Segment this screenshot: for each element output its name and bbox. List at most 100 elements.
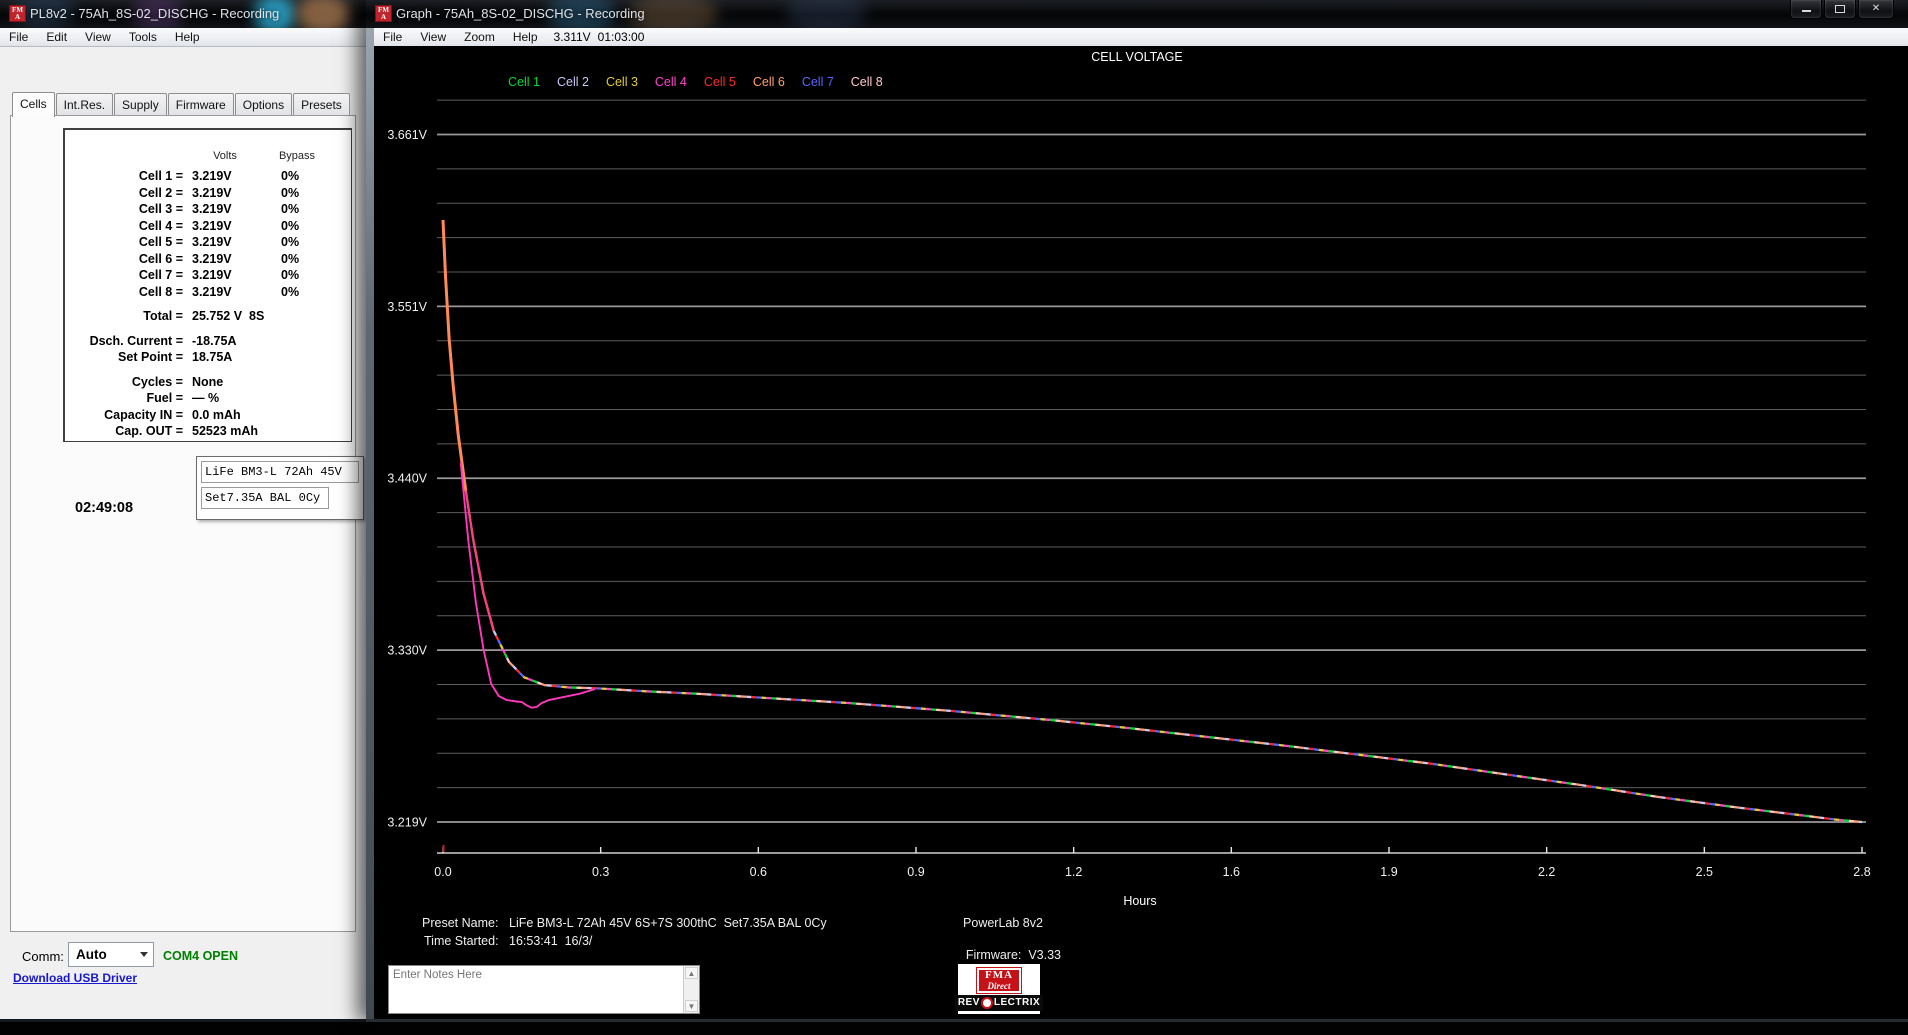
tab-options[interactable]: Options	[234, 93, 293, 115]
notes-input[interactable]	[389, 966, 684, 1013]
menu-item-file[interactable]: File	[0, 30, 37, 44]
menu-item-edit[interactable]: Edit	[37, 30, 76, 44]
cell-row-bypass: 0%	[281, 169, 300, 183]
window-frame	[366, 1019, 1908, 1022]
maximize-button[interactable]	[1824, 0, 1856, 19]
cell-row-label: Cell 6 =	[138, 251, 183, 266]
summary-row-value: -18.75A	[192, 333, 237, 348]
firmware-value: V3.33	[1028, 948, 1062, 962]
menu-item-zoom[interactable]: Zoom	[455, 30, 504, 44]
menu-item-view[interactable]: View	[411, 30, 455, 44]
revolectrix-badge: REV LECTRIX	[954, 994, 1044, 1011]
tab-intres[interactable]: Int.Res.	[55, 93, 114, 115]
close-icon: ✕	[1871, 3, 1881, 14]
summary-row-value: — %	[192, 391, 220, 405]
cell-row-label: Cell 5 =	[138, 235, 183, 249]
app-icon: FM A	[9, 5, 26, 22]
tab-cells[interactable]: Cells	[12, 92, 55, 117]
graph-window-title: Graph - 75Ah_8S-02_DISCHG - Recording	[396, 6, 645, 21]
tab-firmware[interactable]: Firmware	[167, 93, 234, 115]
charger-window-title: PL8v2 - 75Ah_8S-02_DISCHG - Recording	[30, 6, 280, 21]
volts-column-header: Volts	[213, 150, 237, 162]
cell-row-volts: 3.219V	[192, 251, 232, 266]
tab-supply[interactable]: Supply	[114, 93, 167, 115]
cell-row-volts: 3.219V	[192, 169, 232, 183]
time-started-label: Time Started:	[424, 934, 499, 948]
summary-row-label: Cap. OUT =	[115, 424, 183, 438]
x-axis-tick-label: 2.2	[1538, 865, 1555, 879]
cell-row-bypass: 0%	[281, 284, 300, 299]
menu-item-tools[interactable]: Tools	[120, 30, 166, 44]
x-axis-tick-label: 0.9	[907, 865, 924, 879]
device-name: PowerLab 8v2	[963, 916, 1043, 930]
revolectrix-o-icon	[980, 996, 993, 1009]
cell-row-label: Cell 1 =	[138, 169, 183, 183]
cell-row-label: Cell 2 =	[138, 185, 183, 200]
menu-item-help[interactable]: Help	[504, 30, 547, 44]
summary-row-label: Set Point =	[118, 350, 183, 364]
tab-presets[interactable]: Presets	[293, 93, 350, 115]
charger-menubar: File Edit View Tools Help	[0, 28, 366, 47]
cell-readout-box: Volts Bypass Cell 1 = 3.219V 0% Cell 2 = 3.2…	[63, 128, 352, 442]
cell-row-bypass: 0%	[281, 235, 300, 249]
minimize-button[interactable]	[1790, 0, 1822, 19]
cell-row-bypass: 0%	[281, 251, 300, 266]
y-axis-tick-label: 3.330V	[387, 644, 427, 658]
menu-item-help[interactable]: Help	[166, 30, 209, 44]
cell-row-volts: 3.219V	[192, 268, 232, 282]
menu-item-file[interactable]: File	[374, 30, 411, 44]
scroll-down-icon[interactable]: ▼	[685, 1000, 698, 1012]
graph-menubar: File View Zoom Help 3.311V 01:03:00	[374, 28, 1908, 47]
minimize-icon	[1801, 10, 1811, 12]
fma-text: FMA	[984, 968, 1014, 981]
x-axis-tick-label: 2.8	[1853, 865, 1870, 879]
summary-row-value: None	[192, 374, 224, 389]
summary-row-label: Capacity IN =	[104, 407, 183, 422]
time-started-value: 16:53:41 16/3/	[509, 934, 593, 948]
elapsed-time: 02:49:08	[75, 500, 134, 516]
comm-label: Comm:	[22, 949, 64, 964]
preset-line-1: LiFe BM3-L 72Ah 45V	[201, 461, 359, 483]
cell-row-volts: 3.219V	[192, 284, 232, 299]
summary-row-value: 0.0 mAh	[192, 407, 241, 422]
charger-titlebar[interactable]: FM A PL8v2 - 75Ah_8S-02_DISCHG - Recordin…	[0, 0, 366, 28]
close-button[interactable]: ✕	[1858, 0, 1894, 19]
cell-row-bypass: 0%	[281, 268, 300, 282]
cell-row-label: Cell 7 =	[138, 268, 183, 282]
fma-direct-badge: FMA Direct	[975, 966, 1023, 994]
graph-titlebar[interactable]: FM A Graph - 75Ah_8S-02_DISCHG - Recordin…	[366, 0, 1908, 28]
comm-port-select[interactable]: Auto	[68, 942, 154, 967]
cursor-time-readout: 01:03:00	[597, 30, 645, 44]
preset-line-2: Set7.35A BAL 0Cy	[201, 487, 329, 509]
summary-row-value: 52523 mAh	[192, 424, 259, 438]
summary-row-value: 25.752 V 8S	[192, 309, 265, 323]
x-axis-tick-label: 0.0	[434, 865, 451, 879]
rev-text: REV	[957, 996, 980, 1008]
notes-scrollbar[interactable]: ▲ ▼	[683, 966, 699, 1013]
app-icon: FM A	[375, 5, 392, 22]
charger-tabs: Cells Int.Res. Supply Firmware Options Preset…	[12, 92, 351, 117]
cell-row-volts: 3.219V	[192, 235, 232, 249]
preset-display: LiFe BM3-L 72Ah 45V Set7.35A BAL 0Cy	[196, 456, 364, 520]
cell-row-volts: 3.219V	[192, 202, 232, 216]
cell-row-label: Cell 4 =	[138, 218, 183, 233]
cells-tab-panel: Volts Bypass Cell 1 = 3.219V 0% Cell 2 = 3.2…	[10, 115, 364, 932]
menu-item-view[interactable]: View	[76, 30, 120, 44]
comm-status: COM4 OPEN	[163, 949, 239, 963]
cell-row-volts: 3.219V	[192, 218, 232, 233]
notes-box: ▲ ▼	[388, 965, 700, 1014]
scroll-up-icon[interactable]: ▲	[685, 967, 698, 979]
preset-name-value: LiFe BM3-L 72Ah 45V 6S+7S 300thC Set7.35…	[509, 916, 827, 930]
cell-row-bypass: 0%	[281, 185, 300, 200]
download-usb-driver-link[interactable]: Download USB Driver	[13, 971, 137, 985]
x-axis-tick-label: 0.3	[592, 865, 609, 879]
summary-row-value: 18.75A	[192, 350, 233, 364]
summary-row-label: Cycles =	[131, 374, 183, 389]
lectrix-text: LECTRIX	[993, 996, 1041, 1008]
graph-client-area: CELL VOLTAGE Cell 1 Cell 2 Cell 3 Cell 4 Cel…	[374, 46, 1908, 1019]
cell-row-bypass: 0%	[281, 218, 300, 233]
comm-port-value: Auto	[76, 947, 107, 962]
y-axis-tick-label: 3.219V	[387, 815, 427, 829]
cell-row-bypass: 0%	[281, 202, 300, 216]
